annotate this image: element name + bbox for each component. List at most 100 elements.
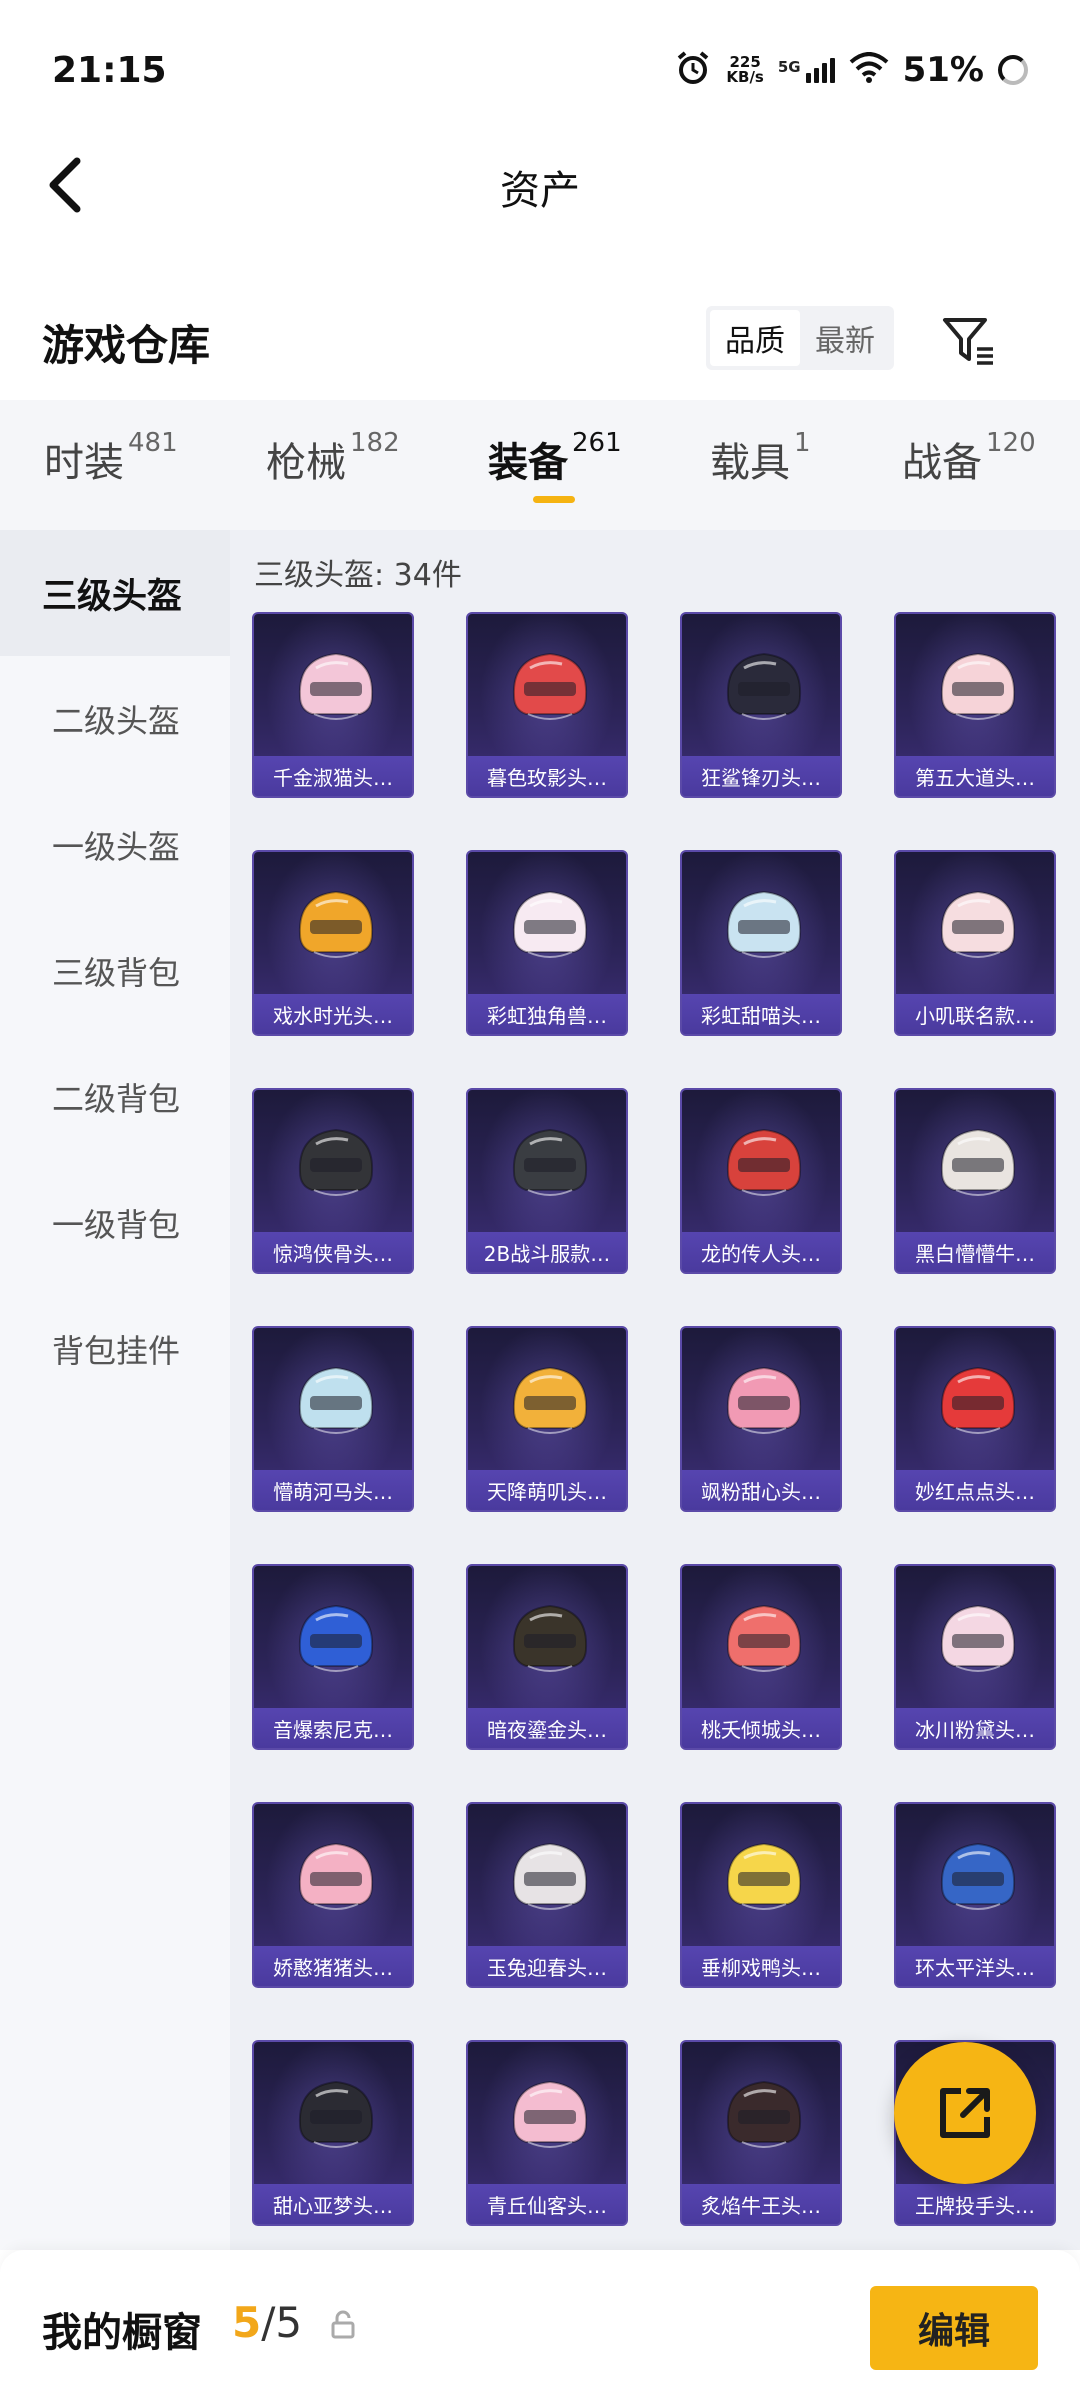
helmet-icon bbox=[512, 1604, 588, 1672]
helmet-item-card[interactable]: 2B战斗服款… bbox=[466, 1088, 628, 1274]
helmet-icon bbox=[726, 652, 802, 720]
tab-label: 战备 bbox=[902, 440, 982, 486]
sort-option-newest[interactable]: 最新 bbox=[800, 310, 890, 366]
category-tabs: 时装 481 枪械 182 装备 261 载具 1 战备 120 bbox=[0, 400, 1080, 530]
helmet-item-card[interactable]: 龙的传人头… bbox=[680, 1088, 842, 1274]
helmet-item-card[interactable]: 懵萌河马头… bbox=[252, 1326, 414, 1512]
sidebar-item-level1-helmet[interactable]: 一级头盔 bbox=[0, 782, 230, 908]
tab-supplies[interactable]: 战备 120 bbox=[902, 428, 1036, 488]
helmet-item-name: 2B战斗服款… bbox=[468, 1232, 626, 1272]
sort-option-quality[interactable]: 品质 bbox=[710, 310, 800, 366]
helmet-item-card[interactable]: 小叽联名款… bbox=[894, 850, 1056, 1036]
tab-count: 481 bbox=[128, 428, 178, 458]
helmet-item-name: 炙焰牛王头… bbox=[682, 2184, 840, 2224]
helmet-item-card[interactable]: 彩虹甜喵头… bbox=[680, 850, 842, 1036]
share-fab[interactable] bbox=[894, 2042, 1036, 2184]
battery-icon bbox=[998, 55, 1028, 85]
sidebar-item-level3-helmet[interactable]: 三级头盔 bbox=[0, 530, 230, 656]
sidebar-item-level2-helmet[interactable]: 二级头盔 bbox=[0, 656, 230, 782]
lock-icon[interactable] bbox=[330, 2310, 356, 2344]
helmet-item-name: 千金淑猫头… bbox=[254, 756, 412, 796]
sidebar-item-backpack-charm[interactable]: 背包挂件 bbox=[0, 1286, 230, 1412]
status-icons: 225 KB/s 5G 51% bbox=[674, 49, 1028, 91]
tab-label: 装备 bbox=[488, 440, 568, 486]
active-tab-indicator bbox=[533, 496, 575, 503]
helmet-item-card[interactable]: 妙红点点头… bbox=[894, 1326, 1056, 1512]
helmet-item-card[interactable]: 飒粉甜心头… bbox=[680, 1326, 842, 1512]
helmet-item-card[interactable]: 惊鸿侠骨头… bbox=[252, 1088, 414, 1274]
status-time: 21:15 bbox=[52, 49, 167, 91]
filter-icon bbox=[943, 318, 993, 365]
wifi-icon bbox=[849, 52, 889, 88]
tab-weapons[interactable]: 枪械 182 bbox=[266, 428, 400, 488]
helmet-item-name: 音爆索尼克… bbox=[254, 1708, 412, 1748]
helmet-item-card[interactable]: 音爆索尼克… bbox=[252, 1564, 414, 1750]
helmet-icon bbox=[726, 1842, 802, 1910]
helmet-item-card[interactable]: 环太平洋头… bbox=[894, 1802, 1056, 1988]
helmet-icon bbox=[940, 1604, 1016, 1672]
tab-equipment[interactable]: 装备 261 bbox=[488, 428, 622, 488]
helmet-item-card[interactable]: 娇憨猪猪头… bbox=[252, 1802, 414, 1988]
tab-count: 120 bbox=[986, 428, 1036, 458]
tab-label: 时装 bbox=[44, 440, 124, 486]
helmet-icon bbox=[512, 1842, 588, 1910]
helmet-item-card[interactable]: 桃夭倾城头… bbox=[680, 1564, 842, 1750]
helmet-item-name: 玉兔迎春头… bbox=[468, 1946, 626, 1986]
helmet-item-name: 彩虹独角兽… bbox=[468, 994, 626, 1034]
net-speed-unit: KB/s bbox=[726, 68, 764, 86]
helmet-item-card[interactable]: 彩虹独角兽… bbox=[466, 850, 628, 1036]
network-type: 5G bbox=[777, 57, 801, 76]
helmet-item-name: 黑白懵懵牛… bbox=[896, 1232, 1054, 1272]
helmet-icon bbox=[298, 1366, 374, 1434]
helmet-item-card[interactable]: 黑白懵懵牛… bbox=[894, 1088, 1056, 1274]
helmet-item-card[interactable]: 戏水时光头… bbox=[252, 850, 414, 1036]
helmet-icon bbox=[512, 1366, 588, 1434]
helmet-item-card[interactable]: 暮色玫影头… bbox=[466, 612, 628, 798]
helmet-item-name: 甜心亚梦头… bbox=[254, 2184, 412, 2224]
helmet-icon bbox=[512, 1128, 588, 1196]
item-grid: 千金淑猫头… 暮色玫影头… 狂鲨锋刃头… 第五大道头… 戏水时光头… 彩虹独角兽… 彩虹甜喵… bbox=[252, 612, 1072, 2226]
helmet-item-name: 冰川粉黛头… bbox=[896, 1708, 1054, 1748]
helmet-item-card[interactable]: 甜心亚梦头… bbox=[252, 2040, 414, 2226]
helmet-item-card[interactable]: 冰川粉黛头… bbox=[894, 1564, 1056, 1750]
helmet-item-card[interactable]: 暗夜鎏金头… bbox=[466, 1564, 628, 1750]
status-bar: 21:15 225 KB/s 5G 51% bbox=[0, 0, 1080, 140]
helmet-item-name: 娇憨猪猪头… bbox=[254, 1946, 412, 1986]
net-speed: 225 KB/s bbox=[726, 55, 763, 85]
helmet-item-card[interactable]: 青丘仙客头… bbox=[466, 2040, 628, 2226]
helmet-icon bbox=[298, 1604, 374, 1672]
helmet-item-card[interactable]: 千金淑猫头… bbox=[252, 612, 414, 798]
tab-vehicles[interactable]: 载具 1 bbox=[710, 428, 811, 488]
helmet-item-card[interactable]: 第五大道头… bbox=[894, 612, 1056, 798]
edit-button[interactable]: 编辑 bbox=[870, 2286, 1038, 2370]
helmet-icon bbox=[940, 1128, 1016, 1196]
helmet-item-name: 懵萌河马头… bbox=[254, 1470, 412, 1510]
helmet-icon bbox=[298, 890, 374, 958]
tab-fashion[interactable]: 时装 481 bbox=[44, 428, 178, 488]
helmet-icon bbox=[298, 2080, 374, 2148]
warehouse-header: 游戏仓库 品质 最新 bbox=[0, 290, 1080, 390]
sidebar-item-level3-backpack[interactable]: 三级背包 bbox=[0, 908, 230, 1034]
helmet-icon bbox=[726, 890, 802, 958]
title-bar: 资产 bbox=[0, 140, 1080, 230]
helmet-item-name: 暮色玫影头… bbox=[468, 756, 626, 796]
page-title: 资产 bbox=[500, 168, 580, 214]
tab-count: 261 bbox=[572, 428, 622, 458]
grid-caption: 三级头盔: 34件 bbox=[254, 558, 462, 593]
helmet-item-card[interactable]: 狂鲨锋刃头… bbox=[680, 612, 842, 798]
sort-toggle: 品质 最新 bbox=[706, 306, 894, 370]
helmet-icon bbox=[298, 1128, 374, 1196]
helmet-item-card[interactable]: 炙焰牛王头… bbox=[680, 2040, 842, 2226]
subcategory-sidebar: 三级头盔 二级头盔 一级头盔 三级背包 二级背包 一级背包 背包挂件 bbox=[0, 530, 230, 2250]
helmet-item-card[interactable]: 天降萌叽头… bbox=[466, 1326, 628, 1512]
sidebar-item-level1-backpack[interactable]: 一级背包 bbox=[0, 1160, 230, 1286]
helmet-icon bbox=[512, 2080, 588, 2148]
helmet-item-card[interactable]: 垂柳戏鸭头… bbox=[680, 1802, 842, 1988]
content-area: 三级头盔 二级头盔 一级头盔 三级背包 二级背包 一级背包 背包挂件 三级头盔:… bbox=[0, 530, 1080, 2250]
battery-level: 51% bbox=[902, 50, 984, 90]
showcase-total: 5 bbox=[275, 2298, 303, 2347]
sidebar-item-level2-backpack[interactable]: 二级背包 bbox=[0, 1034, 230, 1160]
helmet-item-card[interactable]: 玉兔迎春头… bbox=[466, 1802, 628, 1988]
filter-button[interactable] bbox=[936, 308, 1002, 374]
helmet-icon bbox=[940, 1842, 1016, 1910]
